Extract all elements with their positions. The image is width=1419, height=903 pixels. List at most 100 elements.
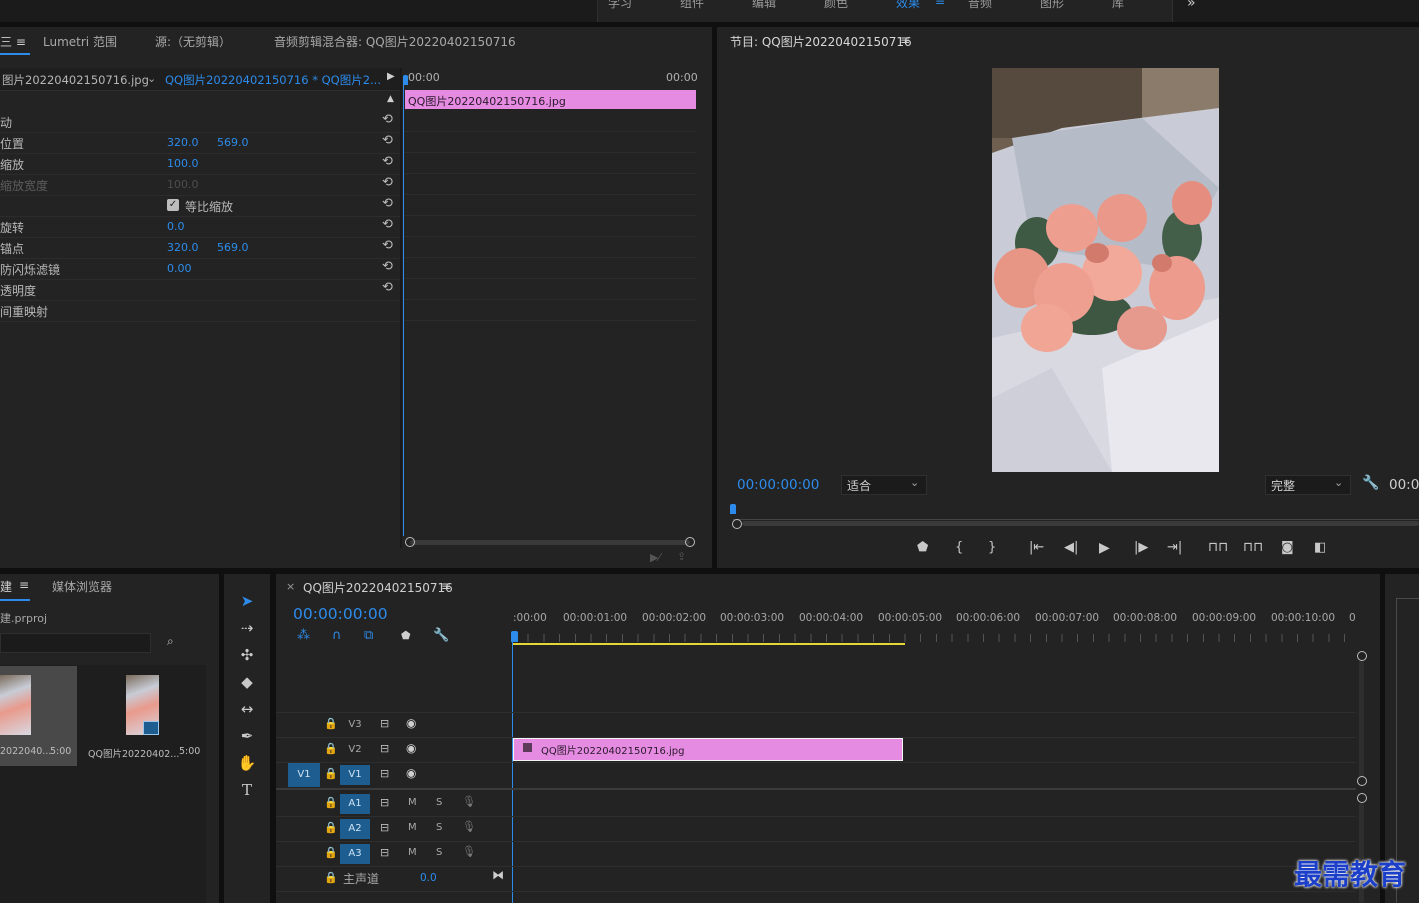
- master-track-value[interactable]: 0.0: [420, 872, 437, 884]
- sync-lock-film-icon[interactable]: ⊟: [380, 796, 389, 809]
- collapse-up-icon[interactable]: ▲: [387, 94, 394, 104]
- mark-out-icon[interactable]: }: [988, 540, 996, 555]
- microphone-icon[interactable]: 🎙: [462, 795, 476, 808]
- add-marker-icon[interactable]: ⬟: [401, 629, 411, 642]
- workspace-tab-libraries[interactable]: 库: [1112, 0, 1124, 11]
- track-name[interactable]: V3: [340, 715, 370, 735]
- timeline-sequence-tab[interactable]: QQ图片20220402150716: [303, 579, 453, 596]
- program-menu-icon[interactable]: ≡: [900, 33, 910, 47]
- microphone-icon[interactable]: 🎙: [462, 820, 476, 833]
- pen-tool-icon[interactable]: ✒: [236, 725, 258, 747]
- program-playhead-marker[interactable]: [730, 504, 736, 514]
- lock-icon[interactable]: 🔒: [324, 796, 338, 809]
- nest-toggle-icon[interactable]: ⁂: [297, 628, 310, 643]
- lift-icon[interactable]: ⊓⊓: [1208, 540, 1228, 555]
- ripple-edit-tool-icon[interactable]: ✣: [236, 644, 258, 666]
- mini-zoom-scrollbar[interactable]: [410, 540, 690, 545]
- export-frame-camera-icon[interactable]: ◙: [1281, 540, 1294, 555]
- timeline-clip-v2[interactable]: QQ图片20220402150716.jpg: [513, 738, 903, 761]
- slip-tool-icon[interactable]: ↔: [236, 698, 258, 720]
- lock-icon[interactable]: 🔒: [324, 846, 338, 859]
- workspace-tab-editing[interactable]: 编辑: [752, 0, 776, 11]
- workspace-menu-icon[interactable]: ≡: [935, 0, 945, 8]
- position-x-value[interactable]: 320.0: [167, 136, 199, 149]
- lock-icon[interactable]: 🔒: [324, 717, 338, 730]
- effect-controls-menu-icon[interactable]: 三 ≡: [0, 33, 26, 50]
- program-timecode[interactable]: 00:00:00:00: [737, 477, 819, 493]
- solo-button[interactable]: S: [436, 797, 442, 808]
- track-header-v1[interactable]: V1 🔒 V1 ⊟ ◉: [276, 763, 511, 787]
- vscroll-handle-bottom[interactable]: [1357, 776, 1367, 786]
- reset-icon[interactable]: ⟲: [382, 133, 393, 148]
- track-name[interactable]: A3: [340, 844, 370, 864]
- lock-icon[interactable]: 🔒: [324, 821, 338, 834]
- track-header-master[interactable]: 🔒 主声道 0.0 ⧓: [276, 867, 511, 891]
- track-header-a3[interactable]: 🔒 A3 ⊟ M S 🎙: [276, 842, 511, 866]
- reset-icon[interactable]: ⟲: [382, 154, 393, 169]
- sequence-clip-name[interactable]: QQ图片20220402150716 * QQ图片2...: [165, 72, 381, 88]
- work-area-bar[interactable]: [512, 643, 905, 645]
- timeline-timecode[interactable]: 00:00:00:00: [293, 605, 388, 623]
- audio-vscroll-handle[interactable]: [1357, 793, 1367, 803]
- program-zoom-scrollbar[interactable]: [742, 521, 1419, 526]
- quality-dropdown[interactable]: 完整 ⌄: [1265, 475, 1351, 495]
- new-bin-search-icon[interactable]: ⌕: [167, 634, 174, 649]
- timeline-menu-icon[interactable]: ≡: [441, 579, 451, 593]
- extract-icon[interactable]: ⊓⊓: [1243, 540, 1263, 555]
- solo-button[interactable]: S: [436, 822, 442, 833]
- reset-icon[interactable]: ⟲: [382, 259, 393, 274]
- mute-button[interactable]: M: [408, 797, 417, 808]
- program-video-frame[interactable]: [992, 68, 1219, 472]
- workspace-tab-assembly[interactable]: 组件: [680, 0, 704, 11]
- track-header-a1[interactable]: 🔒 A1 ⊟ M S 🎙: [276, 792, 511, 816]
- workspace-tab-color[interactable]: 颜色: [824, 0, 848, 11]
- type-tool-icon[interactable]: T: [236, 779, 258, 801]
- rotation-value[interactable]: 0.0: [167, 220, 185, 233]
- track-header-a2[interactable]: 🔒 A2 ⊟ M S 🎙: [276, 817, 511, 841]
- add-marker-icon[interactable]: ⬟: [917, 540, 928, 555]
- razor-tool-icon[interactable]: ◆: [236, 671, 258, 693]
- track-name[interactable]: A2: [340, 819, 370, 839]
- tab-project[interactable]: 建: [0, 578, 12, 595]
- tab-audio-clip-mixer[interactable]: 音频剪辑混合器: QQ图片20220402150716: [274, 33, 516, 50]
- go-to-in-icon[interactable]: |⇤: [1029, 540, 1044, 555]
- mute-button[interactable]: M: [408, 847, 417, 858]
- sync-lock-film-icon[interactable]: ⊟: [380, 846, 389, 859]
- workspace-tab-learn[interactable]: 学习: [608, 0, 632, 11]
- wrench-settings-icon[interactable]: 🔧: [1362, 475, 1379, 491]
- track-select-tool-icon[interactable]: ⇢: [236, 617, 258, 639]
- step-forward-icon[interactable]: |▶: [1134, 540, 1148, 555]
- eye-visibility-icon[interactable]: ◉: [406, 766, 416, 780]
- tab-source[interactable]: 源:（无剪辑）: [155, 33, 231, 50]
- microphone-icon[interactable]: 🎙: [462, 845, 476, 858]
- lock-icon[interactable]: 🔒: [324, 871, 338, 884]
- play-icon[interactable]: ▶: [1099, 540, 1110, 556]
- snap-magnet-icon[interactable]: ∩: [332, 628, 342, 643]
- sync-lock-film-icon[interactable]: ⊟: [380, 821, 389, 834]
- timeline-vscroll[interactable]: [1359, 660, 1364, 778]
- track-name[interactable]: V1: [340, 765, 370, 785]
- mark-in-icon[interactable]: {: [955, 540, 963, 555]
- mini-clip-bar[interactable]: QQ图片20220402150716.jpg: [405, 90, 696, 109]
- workspace-tab-audio[interactable]: 音频: [968, 0, 992, 11]
- step-back-icon[interactable]: ◀|: [1064, 540, 1078, 555]
- fit-dropdown[interactable]: 适合 ⌄: [841, 475, 927, 495]
- reset-icon[interactable]: ⟲: [382, 175, 393, 190]
- reset-icon[interactable]: ⟲: [382, 196, 393, 211]
- workspace-tab-effects[interactable]: 效果: [896, 0, 920, 11]
- lock-icon[interactable]: 🔒: [324, 742, 338, 755]
- project-item[interactable]: QQ图片20220402... 5:00: [84, 666, 204, 766]
- program-zoom-handle[interactable]: [732, 519, 742, 529]
- timeline-playhead-marker[interactable]: [511, 631, 518, 642]
- reset-icon[interactable]: ⟲: [382, 238, 393, 253]
- workspace-tab-graphics[interactable]: 图形: [1040, 0, 1064, 11]
- hand-tool-icon[interactable]: ✋: [236, 752, 258, 774]
- sync-lock-film-icon[interactable]: ⊟: [380, 742, 389, 755]
- track-header-v2[interactable]: 🔒 V2 ⊟ ◉: [276, 738, 511, 762]
- sync-lock-film-icon[interactable]: ⊟: [380, 717, 389, 730]
- reset-icon[interactable]: ⟲: [382, 112, 393, 127]
- eye-visibility-icon[interactable]: ◉: [406, 741, 416, 755]
- program-mini-ruler[interactable]: [733, 505, 1419, 520]
- anchor-y-value[interactable]: 569.0: [217, 241, 249, 254]
- track-header-v3[interactable]: 🔒 V3 ⊟ ◉: [276, 713, 511, 737]
